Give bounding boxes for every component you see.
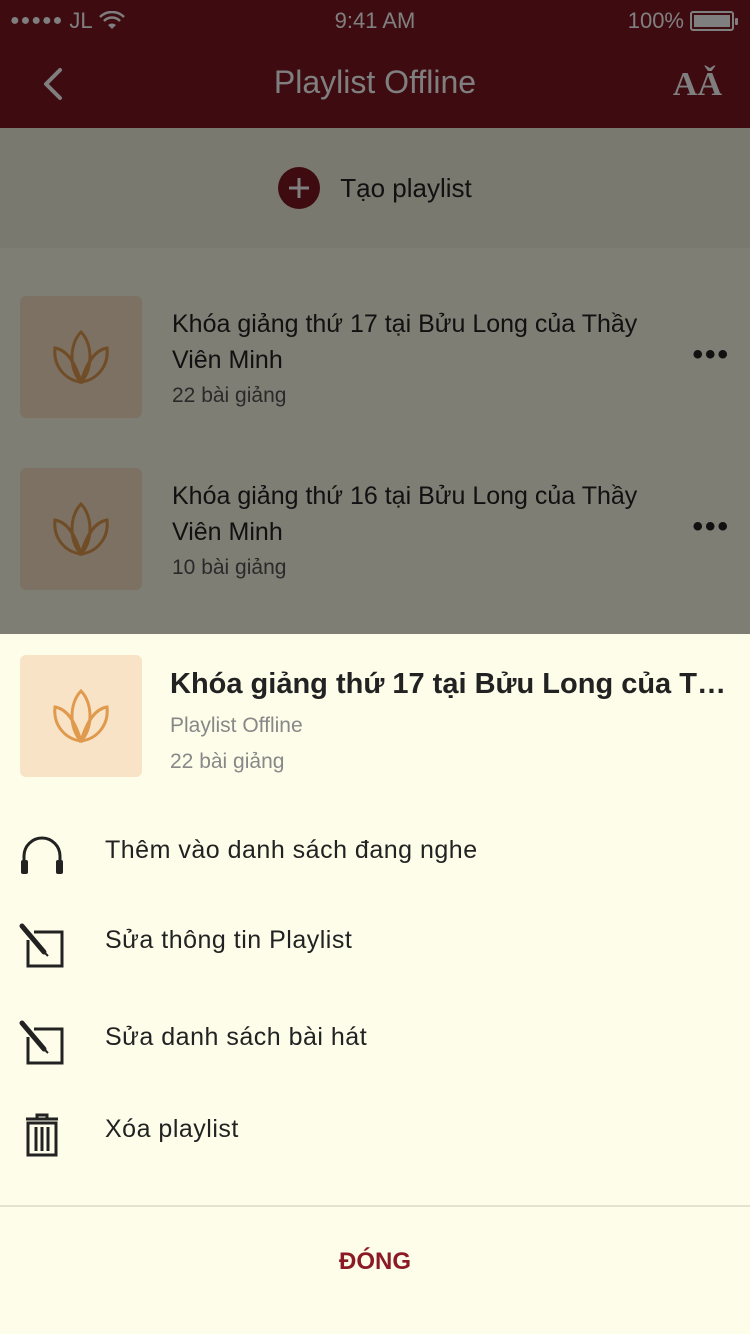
dim-overlay[interactable] xyxy=(0,0,750,634)
action-label: Thêm vào danh sách đang nghe xyxy=(105,836,478,864)
sheet-count: 22 bài giảng xyxy=(170,750,285,773)
lotus-icon xyxy=(20,655,142,777)
headphones-icon xyxy=(21,836,63,874)
delete-playlist-button[interactable]: Xóa playlist xyxy=(0,1093,750,1173)
edit-icon xyxy=(19,923,64,968)
close-button[interactable]: ĐÓNG xyxy=(0,1207,750,1317)
action-label: Sửa thông tin Playlist xyxy=(105,926,353,954)
action-label: Xóa playlist xyxy=(105,1115,239,1143)
trash-icon xyxy=(26,1113,58,1157)
edit-icon xyxy=(19,1020,64,1065)
sheet-subtitle: Playlist Offline xyxy=(170,714,303,737)
action-sheet: Khóa giảng thứ 17 tại Bửu Long của Thầy … xyxy=(0,634,750,1334)
edit-track-list-button[interactable]: Sửa danh sách bài hát xyxy=(0,1001,750,1081)
sheet-title: Khóa giảng thứ 17 tại Bửu Long của Thầy … xyxy=(170,668,740,700)
edit-playlist-info-button[interactable]: Sửa thông tin Playlist xyxy=(0,904,750,984)
add-to-listening-button[interactable]: Thêm vào danh sách đang nghe xyxy=(0,814,750,894)
action-label: Sửa danh sách bài hát xyxy=(105,1023,368,1051)
